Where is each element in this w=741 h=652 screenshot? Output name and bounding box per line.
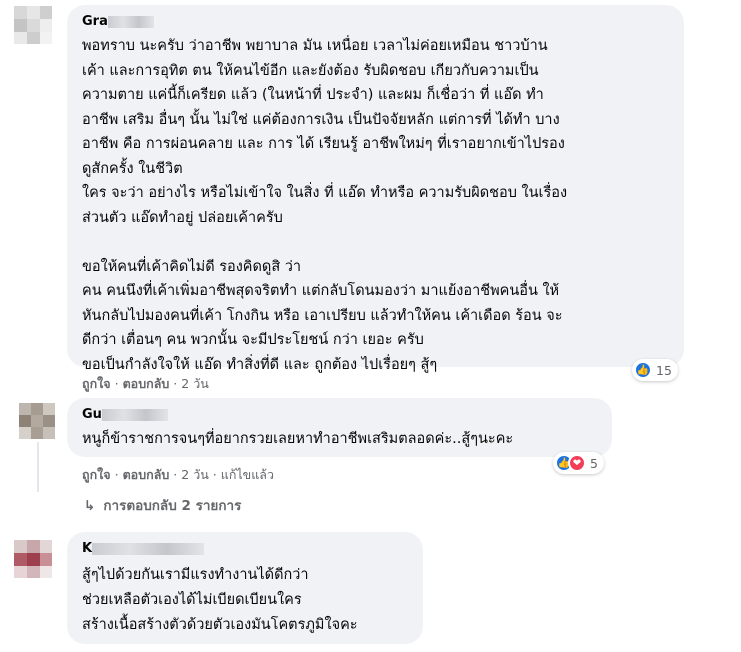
redacted-name — [92, 542, 205, 555]
comment-text: สู้ๆไปด้วยกันเรามีแรงทำงานได้ดีกว่า ช่วย… — [82, 567, 358, 633]
like-button[interactable]: ถูกใจ — [82, 467, 111, 482]
comment-bubble: Gra พอทราบ นะครับ ว่าอาชีพ พยาบาล มัน เห… — [67, 5, 684, 373]
view-replies-link[interactable]: ↳ การตอบกลับ 2 รายการ — [84, 494, 241, 516]
thread-line — [37, 442, 39, 492]
love-icon: ❤ — [568, 454, 586, 472]
reply-button[interactable]: ตอบกลับ — [123, 467, 170, 482]
comment-author[interactable]: Gu — [82, 407, 168, 422]
like-icon: 👍 — [634, 361, 652, 379]
comment-actions: ถูกใจ · ตอบกลับ · 2 วัน — [82, 376, 209, 391]
avatar[interactable] — [14, 540, 52, 578]
comment-actions: ถูกใจ · ตอบกลับ · 2 วัน · แก้ไขแล้ว — [82, 467, 274, 482]
comment-bubble: Gu หนูก็ข้าราชการจนๆที่อยากรวยเลยหาทำอาช… — [67, 398, 612, 457]
comment-author[interactable]: Gra — [82, 14, 154, 29]
reaction-summary[interactable]: 👍 ❤ 5 — [553, 452, 604, 474]
redacted-name — [101, 408, 168, 421]
reply-button[interactable]: ตอบกลับ — [123, 376, 170, 391]
avatar[interactable] — [19, 403, 55, 439]
like-button[interactable]: ถูกใจ — [82, 376, 111, 391]
comment-author[interactable]: K — [82, 541, 205, 556]
reply-arrow-icon: ↳ — [84, 498, 96, 514]
comment-time[interactable]: 2 วัน — [181, 376, 209, 391]
comment-text: พอทราบ นะครับ ว่าอาชีพ พยาบาล มัน เหนื่อ… — [82, 38, 568, 373]
reaction-count: 15 — [656, 362, 672, 378]
reaction-summary[interactable]: 👍 15 — [632, 359, 678, 381]
edited-label: แก้ไขแล้ว — [220, 467, 274, 482]
view-replies-label: การตอบกลับ 2 รายการ — [103, 498, 242, 514]
reaction-count: 5 — [590, 455, 598, 471]
comment-time[interactable]: 2 วัน — [181, 467, 209, 482]
comment-bubble: K สู้ๆไปด้วยกันเรามีแรงทำงานได้ดีกว่า ช่… — [67, 532, 423, 644]
redacted-name — [107, 15, 154, 28]
comment-text: หนูก็ข้าราชการจนๆที่อยากรวยเลยหาทำอาชีพเ… — [82, 431, 514, 447]
avatar[interactable] — [14, 6, 52, 44]
